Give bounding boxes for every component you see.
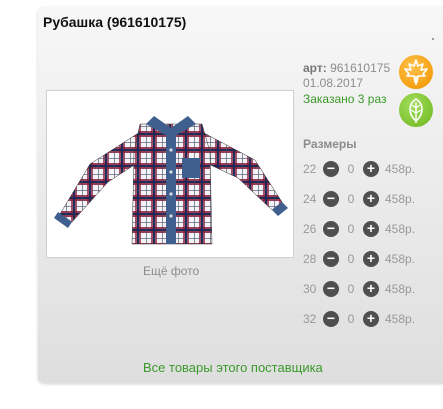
- article-label: арт:: [303, 61, 327, 75]
- size-price: 458р.: [385, 282, 416, 296]
- quantity-value: 0: [347, 222, 355, 236]
- size-price: 458р.: [385, 312, 416, 326]
- size-price: 458р.: [385, 162, 416, 176]
- shirt-illustration: [54, 116, 288, 245]
- decrease-quantity-button[interactable]: −: [323, 251, 339, 267]
- size-label: 22: [303, 162, 317, 176]
- increase-quantity-button[interactable]: +: [363, 311, 379, 327]
- size-label: 32: [303, 312, 317, 326]
- article-number: арт: 961610175: [303, 61, 390, 75]
- more-photos-link[interactable]: Ещё фото: [143, 264, 199, 278]
- size-label: 28: [303, 252, 317, 266]
- decrease-quantity-button[interactable]: −: [323, 191, 339, 207]
- shirt-image[interactable]: [50, 94, 290, 254]
- increase-quantity-button[interactable]: +: [363, 191, 379, 207]
- ordered-count: Заказано 3 раз: [303, 92, 387, 106]
- size-label: 24: [303, 192, 317, 206]
- increase-quantity-button[interactable]: +: [363, 221, 379, 237]
- size-label: 30: [303, 282, 317, 296]
- quantity-value: 0: [347, 312, 355, 326]
- maple-leaf-icon: [404, 59, 428, 85]
- size-price: 458р.: [385, 252, 416, 266]
- size-label: 26: [303, 222, 317, 236]
- leaf-icon: [409, 98, 423, 123]
- maple-leaf-icon[interactable]: [399, 55, 433, 89]
- article-value: 961610175: [330, 61, 391, 75]
- leaf-icon[interactable]: [399, 93, 433, 127]
- sizes-heading: Размеры: [303, 137, 357, 151]
- decrease-quantity-button[interactable]: −: [323, 221, 339, 237]
- quantity-value: 0: [347, 252, 355, 266]
- product-photo[interactable]: [46, 90, 294, 258]
- quantity-value: 0: [347, 282, 355, 296]
- increase-quantity-button[interactable]: +: [363, 251, 379, 267]
- decrease-quantity-button[interactable]: −: [323, 311, 339, 327]
- quantity-value: 0: [347, 162, 355, 176]
- size-price: 458р.: [385, 222, 416, 236]
- divider-dot: [432, 38, 434, 40]
- supplier-products-link[interactable]: Все товары этого поставщика: [143, 360, 323, 375]
- quantity-value: 0: [347, 192, 355, 206]
- product-title: Рубашка (961610175): [43, 14, 187, 30]
- product-date: 01.08.2017: [303, 76, 364, 90]
- increase-quantity-button[interactable]: +: [363, 281, 379, 297]
- increase-quantity-button[interactable]: +: [363, 161, 379, 177]
- size-price: 458р.: [385, 192, 416, 206]
- decrease-quantity-button[interactable]: −: [323, 161, 339, 177]
- decrease-quantity-button[interactable]: −: [323, 281, 339, 297]
